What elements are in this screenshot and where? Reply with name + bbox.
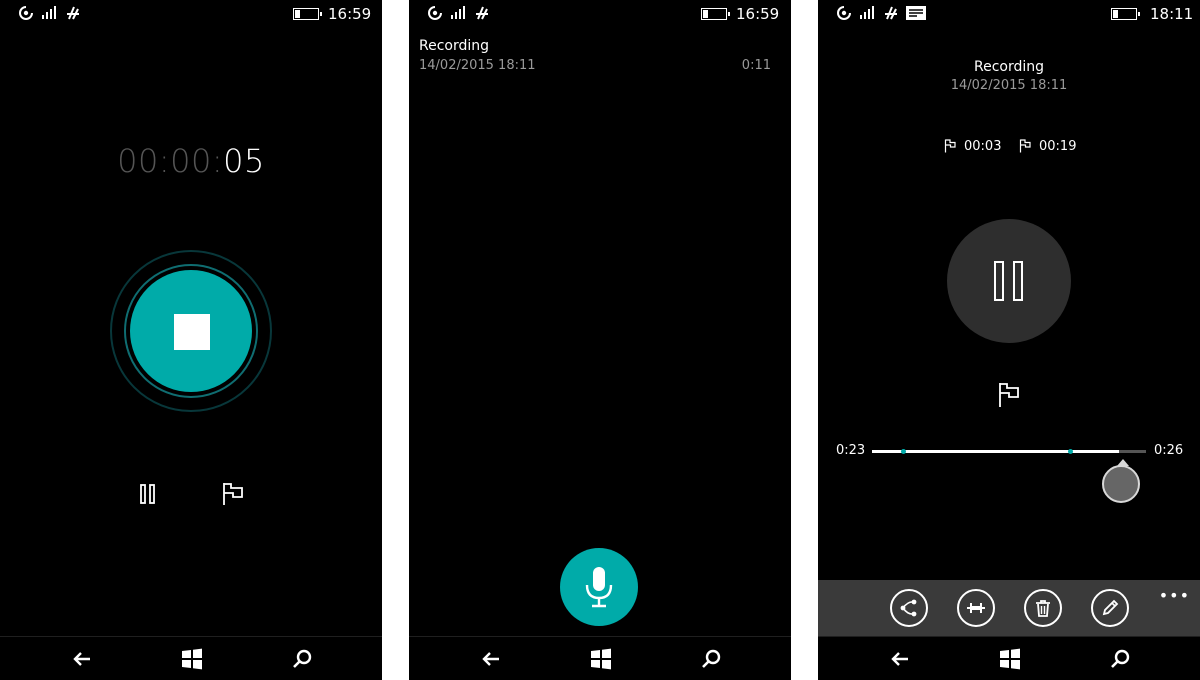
recording-duration: 0:11 bbox=[741, 58, 771, 73]
flag-icon bbox=[1019, 139, 1031, 153]
recording-title: Recording bbox=[419, 38, 490, 54]
add-marker-flag-icon[interactable] bbox=[996, 381, 1022, 409]
share-button[interactable] bbox=[890, 589, 928, 627]
flag-icon[interactable] bbox=[220, 481, 246, 507]
current-time: 0:23 bbox=[836, 443, 866, 458]
stop-button[interactable] bbox=[130, 270, 252, 392]
wifi-icon bbox=[451, 6, 465, 19]
microphone-icon bbox=[585, 567, 613, 608]
message-icon bbox=[906, 6, 926, 20]
clock: 18:11 bbox=[1150, 5, 1194, 23]
status-bar: 16:59 bbox=[409, 0, 791, 28]
search-icon[interactable] bbox=[290, 647, 314, 671]
recorder-screen: 16:59 00:00:05 bbox=[0, 0, 382, 680]
recording-timer: 00:00:05 bbox=[117, 142, 265, 180]
battery-icon bbox=[1111, 8, 1140, 20]
nav-bar bbox=[0, 636, 382, 680]
wifi-icon bbox=[860, 6, 874, 19]
battery-icon bbox=[701, 8, 730, 20]
recording-title: Recording bbox=[973, 59, 1045, 75]
app-bar: ••• bbox=[818, 580, 1200, 636]
nfc-icon bbox=[19, 6, 33, 20]
nav-bar bbox=[818, 636, 1200, 680]
edit-button[interactable] bbox=[1091, 589, 1129, 627]
back-icon[interactable] bbox=[479, 647, 503, 671]
pause-icon bbox=[994, 261, 1004, 301]
recording-date: 14/02/2015 18:11 bbox=[419, 58, 536, 73]
back-icon[interactable] bbox=[888, 647, 912, 671]
marker-dot bbox=[901, 449, 906, 454]
marker-1[interactable]: 00:03 bbox=[944, 138, 1001, 154]
trim-button[interactable] bbox=[957, 589, 995, 627]
scrubber-thumb[interactable] bbox=[1102, 459, 1140, 503]
pause-icon[interactable] bbox=[137, 482, 159, 506]
windows-icon[interactable] bbox=[589, 647, 613, 671]
more-options-button[interactable]: ••• bbox=[1159, 586, 1190, 605]
search-icon[interactable] bbox=[699, 647, 723, 671]
status-bar: 18:11 bbox=[818, 0, 1200, 28]
playback-track[interactable] bbox=[872, 449, 1146, 454]
windows-icon[interactable] bbox=[998, 647, 1022, 671]
windows-icon[interactable] bbox=[180, 647, 204, 671]
edit-icon bbox=[1102, 599, 1119, 616]
marker-2[interactable]: 00:19 bbox=[1019, 138, 1076, 154]
search-icon[interactable] bbox=[1108, 647, 1132, 671]
data-icon bbox=[885, 6, 897, 20]
delete-button[interactable] bbox=[1024, 589, 1062, 627]
record-button[interactable] bbox=[560, 548, 638, 626]
trim-icon bbox=[967, 603, 985, 613]
share-icon bbox=[900, 599, 917, 617]
nfc-icon bbox=[428, 6, 442, 20]
battery-icon bbox=[293, 8, 322, 20]
back-icon[interactable] bbox=[70, 647, 94, 671]
flag-icon bbox=[944, 139, 956, 153]
data-icon bbox=[67, 6, 79, 20]
playback-screen: 18:11 Recording 14/02/2015 18:11 00:03 0… bbox=[818, 0, 1200, 680]
pause-button[interactable] bbox=[947, 219, 1071, 343]
clock: 16:59 bbox=[328, 5, 372, 23]
status-bar: 16:59 bbox=[0, 0, 382, 28]
clock: 16:59 bbox=[736, 5, 780, 23]
total-time: 0:26 bbox=[1154, 443, 1184, 458]
playback-progress bbox=[872, 450, 1119, 453]
nfc-icon bbox=[837, 6, 851, 20]
nav-bar bbox=[409, 636, 791, 680]
data-icon bbox=[476, 6, 488, 20]
recording-date: 14/02/2015 18:11 bbox=[950, 78, 1068, 93]
stop-icon bbox=[174, 314, 210, 350]
recordings-list-screen: 16:59 Recording 14/02/2015 18:11 0:11 bbox=[409, 0, 791, 680]
delete-icon bbox=[1036, 600, 1050, 617]
marker-dot bbox=[1068, 449, 1073, 454]
wifi-icon bbox=[42, 6, 56, 19]
